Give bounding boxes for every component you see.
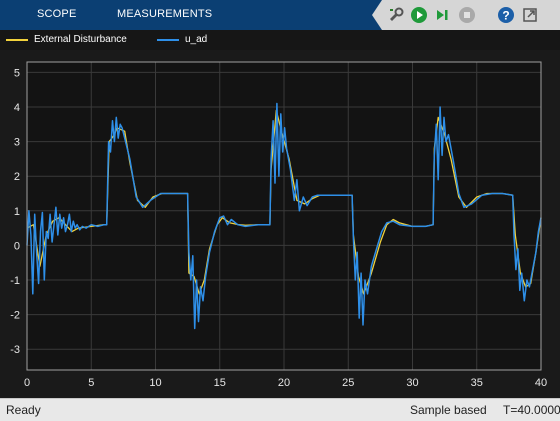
y-tick-label: 4 — [14, 102, 20, 114]
svg-text:?: ? — [502, 9, 509, 23]
toolstrip: SCOPE MEASUREMENTS ? — [0, 0, 560, 30]
run-icon[interactable] — [409, 5, 429, 25]
y-tick-label: 1 — [14, 206, 20, 218]
help-icon[interactable]: ? — [496, 5, 516, 25]
legend: External Disturbance u_ad — [0, 30, 560, 50]
x-tick-label: 30 — [406, 377, 418, 389]
signal-tools-icon[interactable] — [386, 5, 406, 25]
x-tick-label: 35 — [471, 377, 483, 389]
y-tick-label: -3 — [10, 344, 20, 356]
tab-scope[interactable]: SCOPE — [37, 8, 77, 20]
status-mode: Sample based — [410, 403, 487, 417]
legend-item-external-disturbance[interactable]: External Disturbance — [6, 34, 127, 45]
legend-label: External Disturbance — [34, 34, 127, 45]
x-tick-label: 10 — [149, 377, 161, 389]
x-tick-label: 5 — [88, 377, 94, 389]
toolbar-edge — [372, 0, 382, 30]
stop-icon[interactable] — [457, 5, 477, 25]
y-tick-label: 2 — [14, 171, 20, 183]
y-tick-label: 0 — [14, 240, 20, 252]
y-tick-label: -1 — [10, 275, 20, 287]
undock-icon[interactable] — [520, 5, 540, 25]
tab-measurements[interactable]: MEASUREMENTS — [117, 8, 212, 20]
x-tick-label: 40 — [535, 377, 547, 389]
x-tick-label: 15 — [214, 377, 226, 389]
y-tick-label: -2 — [10, 310, 20, 322]
x-tick-label: 20 — [278, 377, 290, 389]
status-bar: Ready Sample based T=40.0000 — [0, 398, 560, 421]
step-forward-icon[interactable] — [432, 5, 452, 25]
legend-item-u-ad[interactable]: u_ad — [157, 34, 207, 45]
y-tick-label: 3 — [14, 137, 20, 149]
x-tick-label: 25 — [342, 377, 354, 389]
status-ready: Ready — [6, 403, 41, 417]
legend-label: u_ad — [185, 34, 208, 45]
legend-swatch — [157, 38, 179, 41]
quick-access-toolbar: ? — [372, 0, 560, 30]
scope-plot[interactable]: -3 -2 -1 0 1 2 3 4 5 0 5 10 15 20 25 30 35 40 — [0, 50, 560, 398]
y-tick-label: 5 — [14, 67, 20, 79]
x-tick-label: 0 — [24, 377, 30, 389]
status-time: T=40.0000 — [503, 403, 560, 417]
legend-swatch — [6, 38, 28, 41]
